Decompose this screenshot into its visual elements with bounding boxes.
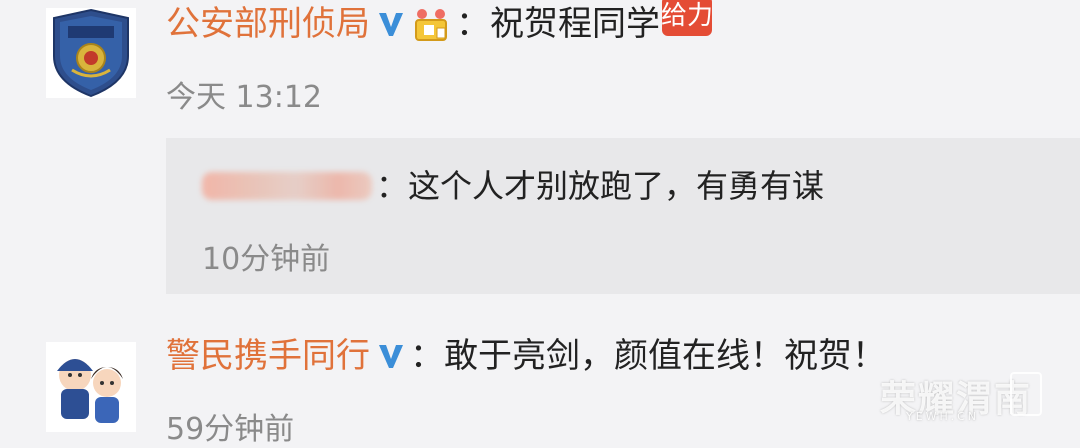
comment-username[interactable]: 公安部刑侦局 [166, 4, 370, 44]
avatar-cartoon-police[interactable] [46, 342, 136, 432]
reply-timestamp: 10分钟前 [202, 242, 331, 277]
watermark-url: YEWH.CN [906, 410, 980, 423]
comment-header: 公安部刑侦局 ： 祝贺程同学 给力 [166, 0, 713, 44]
comment-text: 祝贺程同学 [490, 4, 660, 44]
cartoon-police-icon [57, 359, 123, 423]
reply-text: 这个人才别放跑了，有勇有谋 [408, 167, 825, 205]
comment-timestamp: 今天 13:12 [166, 80, 322, 115]
comment-separator: ： [456, 4, 490, 44]
reply-separator: ： [376, 167, 409, 205]
comment-header: 警民携手同行 ： 敢于亮剑，颜值在线！祝贺！ [166, 336, 886, 376]
comment-separator: ： [410, 336, 444, 376]
comment-emoji-tag: 给力 [661, 0, 713, 36]
verified-v-icon [379, 13, 403, 36]
comment-timestamp: 59分钟前 [166, 412, 295, 447]
reply-username-blurred [202, 172, 372, 200]
reply-container[interactable]: ： 这个人才别放跑了，有勇有谋 10分钟前 [166, 138, 1080, 294]
comment-username[interactable]: 警民携手同行 [166, 336, 370, 376]
verified-v-icon [379, 345, 403, 368]
crown-badge-icon [415, 9, 447, 41]
reply-content: ： 这个人才别放跑了，有勇有谋 [202, 166, 824, 206]
comment-text: 敢于亮剑，颜值在线！祝贺！ [444, 336, 886, 376]
police-badge-icon [53, 8, 129, 98]
avatar-police-badge[interactable] [46, 8, 136, 98]
watermark-frame [1010, 372, 1042, 416]
